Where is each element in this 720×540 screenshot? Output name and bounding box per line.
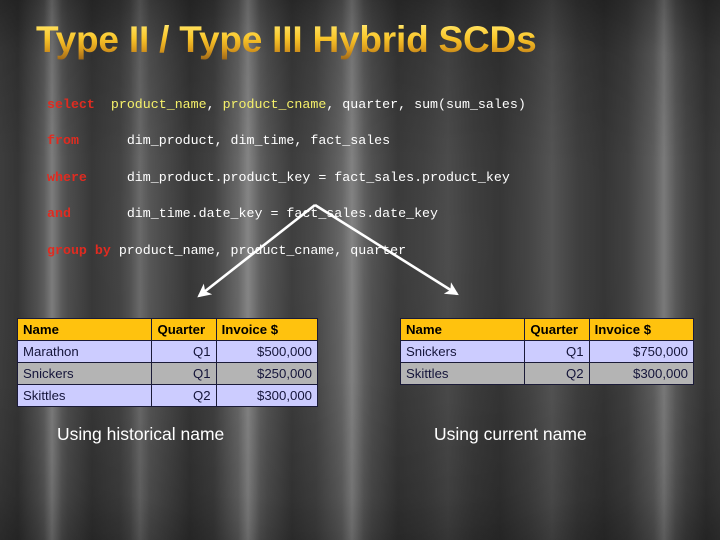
caption-current-name: Using current name [434,424,587,444]
current-name-table: Name Quarter Invoice $ Snickers Q1 $750,… [399,318,695,385]
sql-line: and dim_time.date_key = fact_sales.date_… [47,205,526,223]
sql-keyword: group by [47,242,111,258]
caption-historical-name: Using historical name [57,424,225,444]
sql-code-block: select product_name, product_cname, quar… [47,96,526,260]
sql-text: dim_time.date_key = fact_sales.date_key [126,206,439,222]
cell-name: Marathon [16,340,153,363]
sql-text: , quarter, sum(sum_sales) [326,97,526,112]
cell-invoice: $300,000 [588,362,695,385]
column-header-invoice: Invoice $ [588,318,695,341]
cell-quarter: Q1 [524,340,590,363]
sql-text: product_name, product_cname, quarter [118,242,407,258]
sql-keyword: select [47,97,95,112]
historical-name-table: Name Quarter Invoice $ Marathon Q1 $500,… [16,318,319,407]
table-row: Marathon Q1 $500,000 [16,340,319,363]
table-row: Skittles Q2 $300,000 [399,362,695,385]
sql-keyword: from [47,133,79,149]
table-row: Snickers Q1 $250,000 [16,362,319,385]
sql-line: where dim_product.product_key = fact_sal… [47,169,526,187]
column-header-name: Name [16,318,153,341]
sql-line: from dim_product, dim_time, fact_sales [47,132,526,150]
cell-quarter: Q2 [524,362,590,385]
sql-line: group by product_name, product_cname, qu… [47,242,526,260]
table-row: Skittles Q2 $300,000 [16,384,319,407]
sql-keyword: and [47,206,71,222]
cell-name: Snickers [16,362,153,385]
cell-quarter: Q1 [151,340,217,363]
cell-name: Snickers [399,340,526,363]
slide-background-vignette [0,0,720,540]
sql-highlighted-column: product_cname [222,97,327,112]
sql-keyword: where [47,169,87,185]
cell-name: Skittles [16,384,153,407]
table-row: Snickers Q1 $750,000 [399,340,695,363]
cell-invoice: $500,000 [215,340,319,363]
cell-name: Skittles [399,362,526,385]
column-header-quarter: Quarter [524,318,590,341]
slide: Type II / Type III Hybrid SCDs select pr… [0,0,720,540]
cell-invoice: $250,000 [215,362,319,385]
page-title: Type II / Type III Hybrid SCDs [36,19,537,60]
column-header-name: Name [399,318,526,341]
cell-invoice: $750,000 [588,340,695,363]
sql-highlighted-column: product_name [110,97,207,112]
cell-quarter: Q2 [151,384,217,407]
cell-quarter: Q1 [151,362,217,385]
table-header-row: Name Quarter Invoice $ [399,318,695,341]
sql-line: select product_name, product_cname, quar… [47,96,526,114]
sql-text: dim_product.product_key = fact_sales.pro… [126,169,510,185]
sql-text: , [206,97,223,112]
sql-text: dim_product, dim_time, fact_sales [126,133,391,149]
column-header-quarter: Quarter [151,318,217,341]
column-header-invoice: Invoice $ [215,318,319,341]
table-header-row: Name Quarter Invoice $ [16,318,319,341]
cell-invoice: $300,000 [215,384,319,407]
